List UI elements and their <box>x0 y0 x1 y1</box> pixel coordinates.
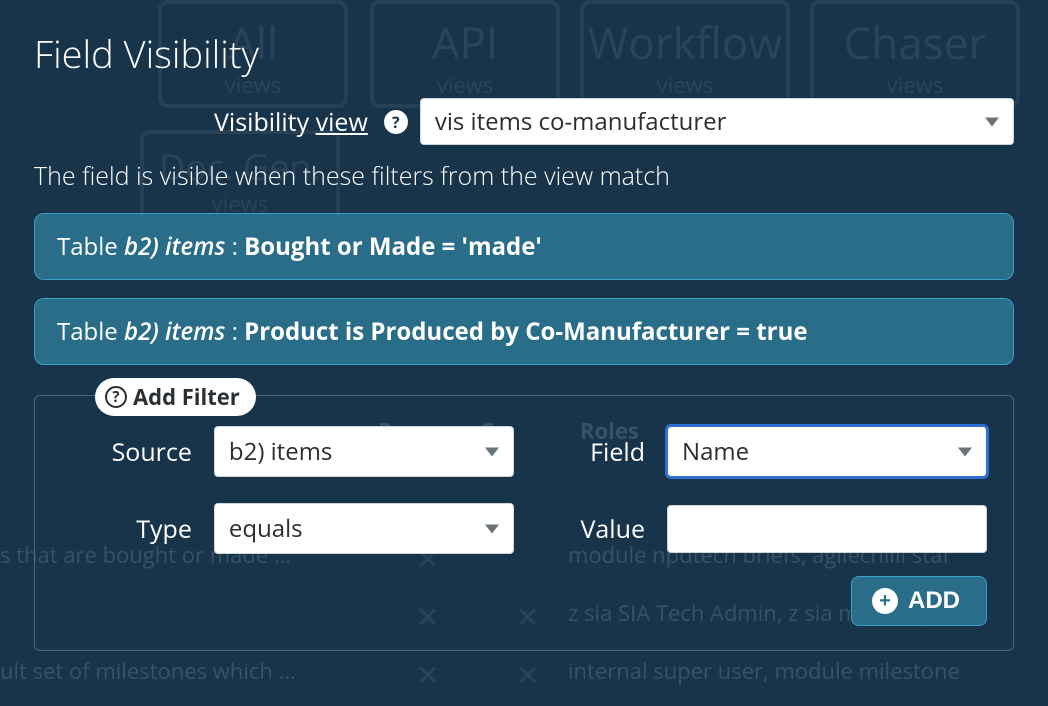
field-visibility-panel: Field Visibility Visibility view ? vis i… <box>0 0 1048 679</box>
type-label: Type <box>61 512 198 546</box>
chevron-down-icon <box>485 447 499 456</box>
chevron-down-icon <box>485 524 499 533</box>
visibility-view-selected: vis items co-manufacturer <box>435 105 727 138</box>
chevron-down-icon <box>958 447 972 456</box>
add-filter-group: ? Add Filter Source b2) items Field Name… <box>34 395 1014 651</box>
filter-rule-1[interactable]: Table b2) items : Bought or Made = 'made… <box>34 213 1014 280</box>
source-select[interactable]: b2) items <box>214 426 514 477</box>
help-icon[interactable]: ? <box>384 110 408 134</box>
filters-description: The field is visible when these filters … <box>34 159 1014 193</box>
type-select[interactable]: equals <box>214 503 514 554</box>
value-input[interactable] <box>667 505 987 553</box>
visibility-view-label: Visibility view <box>214 105 368 139</box>
field-label: Field <box>530 435 651 469</box>
value-label: Value <box>530 512 651 546</box>
visibility-view-select[interactable]: vis items co-manufacturer <box>420 98 1014 145</box>
page-title: Field Visibility <box>34 28 1014 80</box>
visibility-view-row: Visibility view ? vis items co-manufactu… <box>34 98 1014 145</box>
chevron-down-icon <box>985 117 999 126</box>
add-button[interactable]: + ADD <box>851 576 987 626</box>
field-select[interactable]: Name <box>667 426 987 477</box>
help-icon[interactable]: ? <box>105 386 127 408</box>
add-filter-legend: ? Add Filter <box>95 378 256 416</box>
filter-rule-2[interactable]: Table b2) items : Product is Produced by… <box>34 298 1014 365</box>
source-label: Source <box>61 435 198 469</box>
plus-icon: + <box>872 588 898 614</box>
